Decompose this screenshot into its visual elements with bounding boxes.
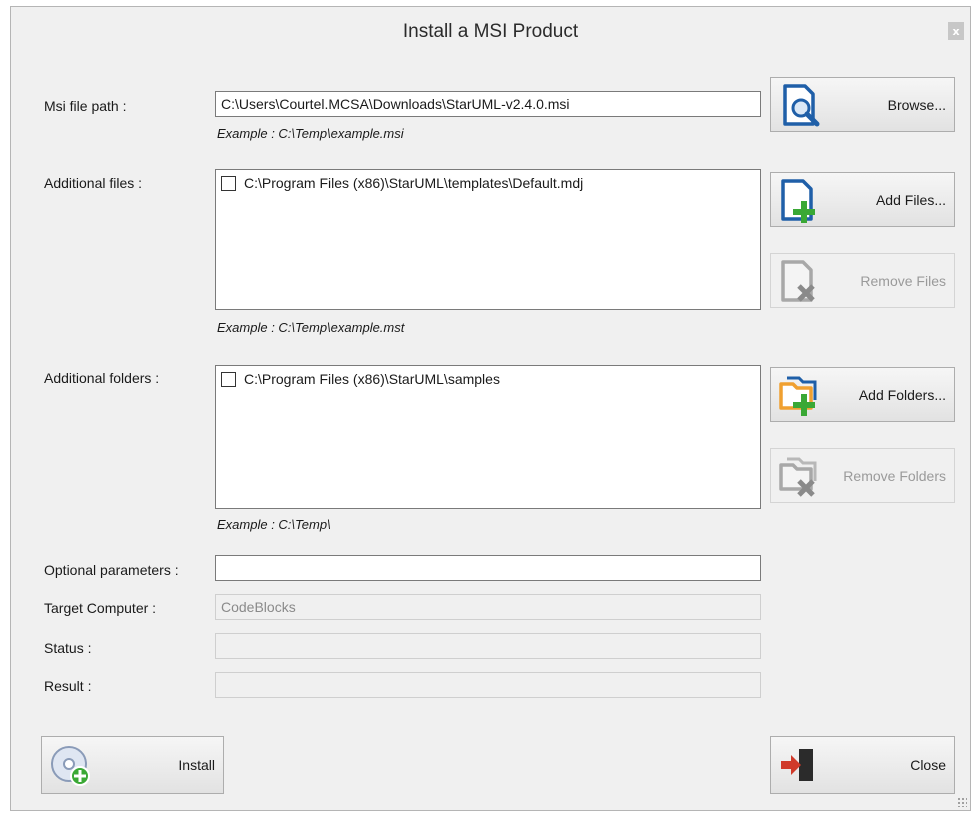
additional-folders-label: Additional folders : — [44, 370, 160, 386]
additional-files-example: Example : C:\Temp\example.mst — [217, 320, 405, 335]
remove-folders-button[interactable]: Remove Folders — [770, 448, 955, 503]
browse-button[interactable]: Browse... — [770, 77, 955, 132]
additional-files-label: Additional files : — [44, 175, 143, 191]
additional-folders-example: Example : C:\Temp\ — [217, 517, 331, 532]
file-item-checkbox[interactable] — [221, 175, 236, 191]
add-file-icon — [781, 179, 815, 223]
result-label: Result : — [44, 678, 92, 694]
add-folder-icon — [779, 376, 817, 416]
list-item[interactable]: C:\Program Files (x86)\StarUML\templates… — [221, 175, 583, 191]
status-label: Status : — [44, 640, 92, 656]
remove-files-button[interactable]: Remove Files — [770, 253, 955, 308]
list-item[interactable]: C:\Program Files (x86)\StarUML\samples — [221, 371, 500, 387]
close-button[interactable]: Close — [770, 736, 955, 794]
file-item-label: C:\Program Files (x86)\StarUML\templates… — [244, 175, 584, 191]
install-msi-window: Install a MSI Product x Msi file path : … — [10, 6, 971, 811]
msi-path-label: Msi file path : — [44, 98, 127, 114]
install-button[interactable]: Install — [41, 736, 224, 794]
additional-files-list[interactable]: C:\Program Files (x86)\StarUML\templates… — [215, 169, 761, 310]
target-computer-label: Target Computer : — [44, 600, 157, 616]
close-icon: x — [952, 24, 960, 38]
search-document-icon — [783, 84, 820, 127]
install-disc-icon — [51, 746, 90, 786]
additional-folders-list[interactable]: C:\Program Files (x86)\StarUML\samples — [215, 365, 761, 509]
remove-folder-icon — [779, 457, 817, 497]
optional-parameters-input[interactable] — [215, 555, 761, 581]
browse-label: Browse... — [887, 96, 946, 113]
folder-item-label: C:\Program Files (x86)\StarUML\samples — [244, 371, 500, 387]
status-field — [215, 633, 761, 659]
add-files-label: Add Files... — [875, 191, 946, 208]
msi-path-input[interactable] — [215, 91, 761, 117]
close-label: Close — [910, 757, 946, 773]
resize-grip[interactable] — [957, 797, 967, 807]
optional-parameters-label: Optional parameters : — [44, 562, 179, 578]
window-close-button[interactable]: x — [948, 22, 964, 40]
remove-files-label: Remove Files — [860, 272, 946, 289]
msi-path-example: Example : C:\Temp\example.msi — [217, 126, 404, 141]
add-files-button[interactable]: Add Files... — [770, 172, 955, 227]
title-bar: Install a MSI Product x — [11, 7, 970, 57]
window-title: Install a MSI Product — [402, 21, 579, 42]
add-folders-button[interactable]: Add Folders... — [770, 367, 955, 422]
folder-item-checkbox[interactable] — [221, 371, 236, 387]
remove-file-icon — [781, 260, 815, 302]
add-folders-label: Add Folders... — [858, 386, 946, 403]
install-label: Install — [178, 757, 215, 773]
exit-door-icon — [781, 749, 813, 781]
remove-folders-label: Remove Folders — [843, 467, 946, 484]
target-computer-field — [215, 594, 761, 620]
result-field — [215, 672, 761, 698]
